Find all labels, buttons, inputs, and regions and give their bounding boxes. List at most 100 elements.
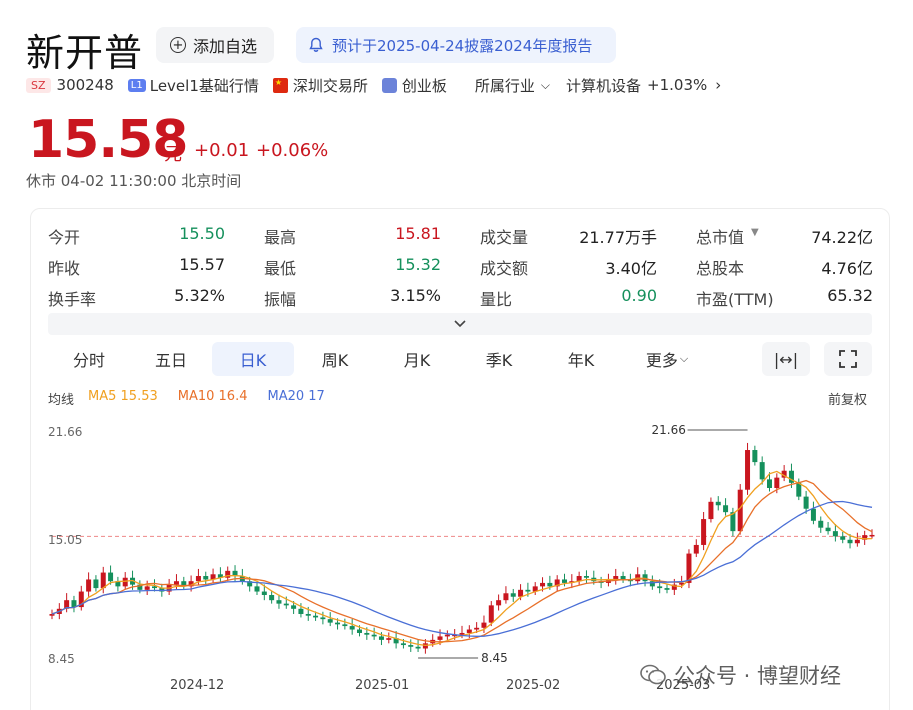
market-status: 休市 04-02 11:30:00 北京时间: [26, 172, 242, 190]
candle-body: [305, 613, 311, 616]
expand-quotes-button[interactable]: [48, 313, 872, 335]
candle-body: [408, 645, 414, 647]
tab-0[interactable]: 分时: [48, 342, 130, 376]
candle-body: [503, 593, 509, 601]
tab-2[interactable]: 日K: [212, 342, 294, 376]
report-notice-text: 预计于2025-04-24披露2024年度报告: [332, 36, 593, 55]
candle-body: [320, 617, 326, 620]
candle-body: [745, 450, 751, 490]
candle-body: [481, 622, 487, 628]
ma5-line: [51, 470, 873, 647]
candle-body: [298, 608, 304, 614]
candle-body: [364, 632, 370, 635]
quote-value: 4.76亿: [821, 259, 873, 278]
price-change: +0.01: [194, 140, 250, 161]
quote-value: 3.40亿: [605, 259, 657, 278]
price-change-pct: +0.06%: [256, 140, 329, 161]
candle-body: [173, 581, 179, 585]
level1-icon: L1: [127, 78, 146, 92]
candle-body: [869, 534, 875, 537]
x-label-dec: 2024-12: [170, 678, 225, 693]
quote-label: 量比: [480, 290, 513, 309]
candle-body: [86, 579, 92, 592]
tab-1[interactable]: 五日: [130, 342, 212, 376]
y-ref-label: 15.05: [48, 533, 83, 547]
candle-body: [540, 582, 546, 587]
quote-label: 最高: [264, 228, 297, 247]
fullscreen-icon: [839, 350, 857, 368]
candle-body: [818, 520, 824, 528]
candle-body: [737, 489, 743, 532]
quote-value: 15.32: [395, 255, 441, 274]
industry-name[interactable]: 计算机设备: [566, 75, 641, 96]
candle-body: [349, 626, 355, 630]
candle-body: [400, 643, 406, 646]
y-low-label: 8.45: [48, 652, 75, 666]
candle-body: [327, 619, 333, 623]
board-icon: [381, 77, 397, 93]
x-label-feb: 2025-02: [506, 678, 561, 693]
ma20-line: [51, 500, 873, 637]
candle-body: [195, 576, 201, 582]
add-watchlist-button[interactable]: + 添加自选: [156, 27, 274, 63]
quote-label: 总市值: [696, 228, 745, 247]
quote-label: 总股本: [696, 259, 745, 278]
fullscreen-button[interactable]: [824, 342, 872, 376]
candle-body: [825, 527, 831, 532]
candle-body: [261, 591, 267, 596]
board-name[interactable]: 创业板: [402, 75, 447, 96]
candle-body: [357, 629, 362, 633]
candle-body: [562, 579, 567, 583]
ma10-value: MA10 16.4: [177, 389, 248, 404]
candle-body: [291, 605, 297, 609]
candle-body: [803, 496, 809, 509]
exchange-name[interactable]: 深圳交易所: [293, 75, 368, 96]
price-unit: 元: [164, 144, 182, 165]
watermark-text: 公众号 · 博望财经: [674, 664, 842, 688]
candle-body: [276, 600, 282, 604]
candle-body: [378, 636, 384, 640]
quote-label: 振幅: [264, 290, 297, 309]
industry-dropdown[interactable]: 所属行业: [475, 75, 535, 96]
quote-value: 5.32%: [174, 286, 225, 305]
ma5-value: MA5 15.53: [88, 389, 158, 404]
candle-body: [708, 501, 714, 520]
adjust-mode[interactable]: 前复权: [828, 389, 867, 408]
tab-7[interactable]: 更多 ⌵: [622, 342, 712, 376]
china-flag-icon: [272, 77, 288, 93]
tab-4[interactable]: 月K: [376, 342, 458, 376]
quote-label: 最低: [264, 259, 297, 278]
candle-body: [774, 477, 780, 488]
quote-value: 3.15%: [390, 286, 441, 305]
candle-body: [203, 576, 209, 580]
tab-6[interactable]: 年K: [540, 342, 622, 376]
ma10-line: [51, 479, 873, 643]
candle-body: [547, 582, 553, 587]
quote-value: 74.22亿: [811, 228, 873, 247]
candle-body: [752, 450, 758, 463]
quote-label: 换手率: [48, 290, 97, 309]
tab-5[interactable]: 季K: [458, 342, 540, 376]
max-marker-label: 21.66: [652, 423, 686, 437]
level-text[interactable]: Level1基础行情: [150, 75, 259, 96]
candle-body: [701, 519, 707, 545]
candle-body: [371, 634, 377, 637]
stock-meta-row: SZ 300248 L1 Level1基础行情 深圳交易所 创业板 所属行业 ⌵…: [26, 74, 721, 96]
candle-body: [122, 577, 128, 587]
candle-body: [283, 603, 289, 606]
stock-code: 300248: [56, 76, 114, 94]
fit-width-button[interactable]: |↔|: [762, 342, 810, 376]
candle-body: [386, 638, 392, 640]
quote-label: 今开: [48, 228, 81, 247]
report-notice[interactable]: 预计于2025-04-24披露2024年度报告: [296, 27, 616, 63]
exchange-tag: SZ: [26, 77, 51, 93]
candle-body: [49, 613, 55, 616]
candle-body: [144, 586, 150, 590]
candle-body: [269, 595, 275, 601]
quote-value: 21.77万手: [579, 228, 657, 247]
quote-value: 15.57: [179, 255, 225, 274]
fit-width-icon: |↔|: [773, 349, 799, 369]
chevron-right-icon[interactable]: ›: [715, 76, 721, 94]
tab-3[interactable]: 周K: [294, 342, 376, 376]
candle-body: [810, 508, 816, 521]
